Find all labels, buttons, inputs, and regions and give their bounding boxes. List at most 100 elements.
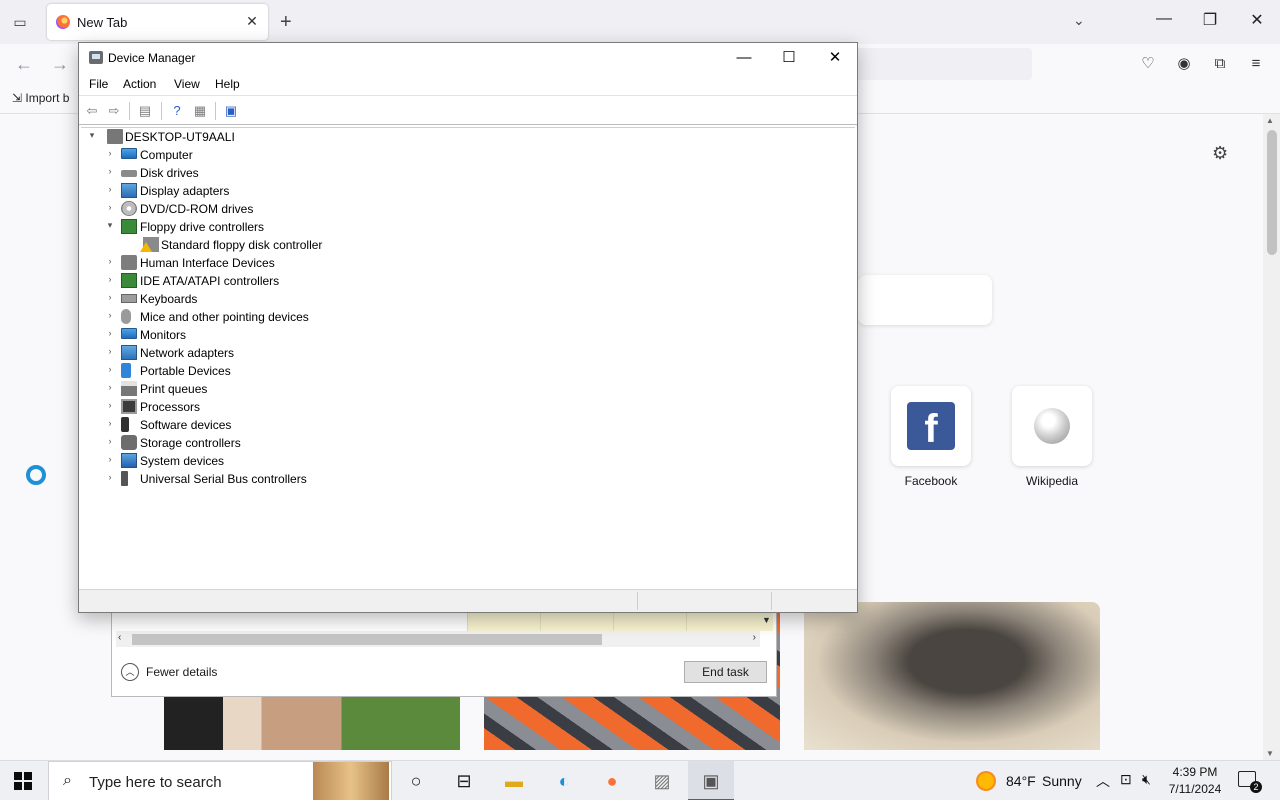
expand-chevron-icon[interactable]: › xyxy=(105,382,115,392)
menu-hamburger-icon[interactable]: ≡ xyxy=(1246,54,1266,74)
scroll-down-icon[interactable]: ▼ xyxy=(762,615,771,625)
expand-chevron-icon[interactable]: › xyxy=(105,400,115,410)
expand-chevron-icon[interactable]: › xyxy=(105,436,115,446)
pocket-icon[interactable]: ♡ xyxy=(1138,54,1158,74)
ide-controller-icon xyxy=(121,273,137,288)
storage-controller-icon xyxy=(121,435,137,450)
collapse-chevron-icon[interactable]: ▾ xyxy=(105,220,115,231)
firefox-icon[interactable]: ● xyxy=(600,769,624,793)
expand-chevron-icon[interactable]: › xyxy=(105,166,115,176)
search-box[interactable] xyxy=(858,275,992,325)
taskbar-search-box[interactable]: ⌕ Type here to search xyxy=(48,761,392,800)
task-manager-icon[interactable]: ▨ xyxy=(650,769,674,793)
device-manager-taskbar-button[interactable]: ▣ xyxy=(688,761,734,800)
new-tab-button[interactable]: + xyxy=(280,10,292,34)
processor-icon xyxy=(121,399,137,414)
expand-chevron-icon[interactable]: › xyxy=(105,454,115,464)
cortana-icon[interactable]: ○ xyxy=(404,769,428,793)
browser-close-icon[interactable]: ✕ xyxy=(1245,10,1269,30)
import-bookmarks-link[interactable]: ⇲ Import b xyxy=(12,91,69,105)
scroll-up-icon[interactable]: ▲ xyxy=(1266,116,1274,125)
collapse-chevron-icon[interactable]: ▾ xyxy=(87,130,97,141)
url-bar[interactable] xyxy=(845,48,1032,80)
minimize-icon[interactable]: — xyxy=(729,47,759,69)
mouse-icon xyxy=(121,309,131,324)
forward-arrow-icon[interactable]: → xyxy=(51,54,69,75)
firefox-view-icon[interactable]: ▭ xyxy=(10,12,30,32)
expand-chevron-icon[interactable]: › xyxy=(105,310,115,320)
tree-root-label: DESKTOP-UT9AALI xyxy=(125,130,235,144)
scroll-right-icon[interactable]: › xyxy=(753,632,756,643)
account-icon[interactable]: ◉ xyxy=(1174,54,1194,74)
expand-chevron-icon[interactable]: › xyxy=(105,472,115,482)
tab-close-icon[interactable]: ✕ xyxy=(244,13,260,29)
weather-temp[interactable]: 84°F xyxy=(1006,773,1036,789)
expand-chevron-icon[interactable]: › xyxy=(105,346,115,356)
windows-taskbar: ⌕ Type here to search ○ ⊟ ▬ ◐ ● ▨ ▣ 84°F… xyxy=(0,760,1280,800)
task-view-icon[interactable]: ⊟ xyxy=(452,769,476,793)
tree-item-label: Monitors xyxy=(140,328,187,342)
story-card-image[interactable] xyxy=(804,602,1100,750)
system-clock[interactable]: 4:39 PM 7/11/2024 xyxy=(1162,764,1228,798)
back-icon[interactable]: ⇦ xyxy=(83,102,101,120)
expand-chevron-icon[interactable]: › xyxy=(105,274,115,284)
shortcut-tile-wikipedia[interactable] xyxy=(1012,386,1092,466)
floppy-controller-icon xyxy=(121,219,137,234)
tree-item-label: Display adapters xyxy=(140,184,230,198)
expand-chevron-icon[interactable]: › xyxy=(105,292,115,302)
end-task-button[interactable]: End task xyxy=(684,661,767,683)
file-explorer-icon[interactable]: ▬ xyxy=(502,769,526,793)
title-bar[interactable]: Device Manager — ☐ ✕ xyxy=(79,43,857,73)
close-icon[interactable]: ✕ xyxy=(820,47,850,69)
edge-icon[interactable]: ◐ xyxy=(552,769,576,793)
menu-action[interactable]: Action xyxy=(123,77,156,91)
extensions-icon[interactable]: ⧉ xyxy=(1210,54,1230,74)
expand-chevron-icon[interactable]: › xyxy=(105,328,115,338)
scrollbar-thumb[interactable] xyxy=(1267,130,1277,255)
back-arrow-icon[interactable]: ← xyxy=(15,54,33,75)
settings-gear-icon[interactable]: ⚙ xyxy=(1212,143,1228,164)
volume-muted-icon[interactable]: 🔇︎ xyxy=(1142,771,1151,788)
expand-chevron-icon[interactable]: › xyxy=(105,184,115,194)
network-icon[interactable]: ⊡ xyxy=(1120,771,1132,788)
tree-item-label: Floppy drive controllers xyxy=(140,220,265,234)
menu-bar: File Action View Help xyxy=(79,73,857,95)
shortcut-tile-facebook[interactable]: f xyxy=(891,386,971,466)
page-scrollbar[interactable]: ▲ ▼ xyxy=(1263,114,1280,760)
menu-help[interactable]: Help xyxy=(215,77,240,91)
scrollbar-thumb[interactable] xyxy=(132,634,602,645)
scroll-down-icon[interactable]: ▼ xyxy=(1266,749,1274,758)
expand-chevron-icon[interactable]: › xyxy=(105,256,115,266)
scan-hardware-icon[interactable]: ▣ xyxy=(222,102,240,120)
usb-icon xyxy=(121,471,128,486)
fewer-details-link[interactable]: Fewer details xyxy=(146,665,217,679)
menu-file[interactable]: File xyxy=(89,77,108,91)
forward-icon[interactable]: ⇨ xyxy=(105,102,123,120)
view-icon[interactable]: ▦ xyxy=(191,102,209,120)
weather-sun-icon[interactable] xyxy=(976,771,996,791)
search-icon: ⌕ xyxy=(63,772,72,789)
tray-chevron-icon[interactable]: ︿ xyxy=(1096,771,1110,791)
weather-condition[interactable]: Sunny xyxy=(1042,773,1082,789)
tree-item-label: Standard floppy disk controller xyxy=(161,238,323,252)
list-all-tabs-icon[interactable]: ⌄ xyxy=(1073,12,1085,29)
expand-chevron-icon[interactable]: › xyxy=(105,418,115,428)
collapse-chevron-icon[interactable]: ︿ xyxy=(121,663,139,681)
browser-restore-icon[interactable]: ❐ xyxy=(1198,10,1222,30)
scroll-left-icon[interactable]: ‹ xyxy=(118,632,121,643)
facebook-icon: f xyxy=(907,402,955,451)
display-adapter-icon xyxy=(121,183,137,198)
horizontal-scrollbar[interactable]: ‹ › xyxy=(116,631,760,647)
expand-chevron-icon[interactable]: › xyxy=(105,364,115,374)
properties-icon[interactable]: ▤ xyxy=(136,102,154,120)
expand-chevron-icon[interactable]: › xyxy=(105,202,115,212)
help-icon[interactable]: ? xyxy=(168,102,186,120)
windows-start-icon[interactable] xyxy=(14,772,32,790)
tab-title: New Tab xyxy=(77,15,128,30)
tab-new-tab[interactable]: New Tab ✕ xyxy=(47,4,268,40)
hid-icon xyxy=(121,255,137,270)
maximize-icon[interactable]: ☐ xyxy=(774,47,804,69)
browser-minimize-icon[interactable]: — xyxy=(1152,10,1176,28)
menu-view[interactable]: View xyxy=(174,77,200,91)
expand-chevron-icon[interactable]: › xyxy=(105,148,115,158)
